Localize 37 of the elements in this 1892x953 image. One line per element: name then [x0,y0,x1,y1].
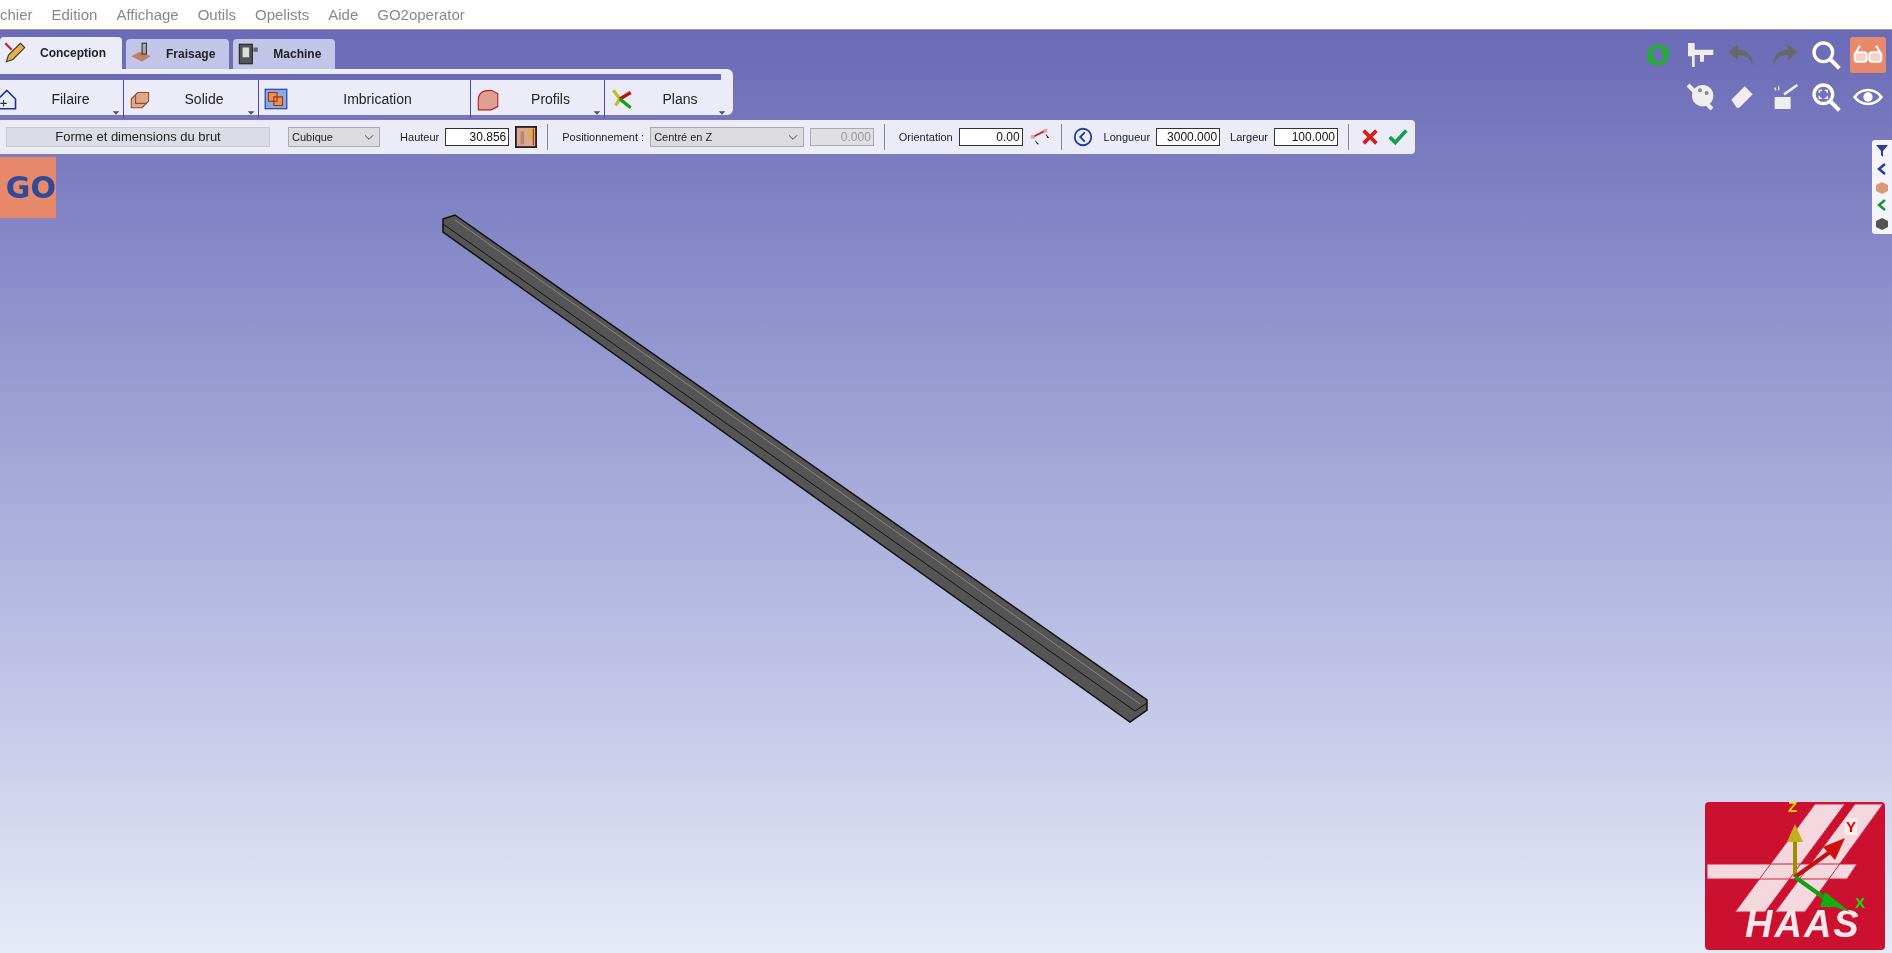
menu-item[interactable]: GO2operator [377,6,465,23]
tab[interactable]: Conception [0,37,122,69]
menu-item[interactable]: Aide [328,6,359,23]
block-icon[interactable] [1874,215,1890,231]
width-field[interactable]: 100.000 [1274,128,1339,146]
orientation-field[interactable]: 0.00 [958,128,1023,146]
pencil-icon [2,40,28,66]
shape-dropdown[interactable]: Cubique [288,127,381,147]
field-label: Orientation [898,131,953,143]
field-label: Longueur [1103,131,1151,143]
height-field[interactable]: 30.856 [445,128,510,146]
axis-label: Z [1788,798,1798,815]
ribbon-button[interactable]: Profils [471,80,605,118]
section-title: Forme et dimensions du brut [6,127,270,147]
position-dropdown[interactable]: Centré en Z [650,127,804,147]
menu-item[interactable]: Affichage [116,6,179,23]
length-field[interactable]: 3000.000 [1156,128,1221,146]
menu-item[interactable]: Opelists [255,6,310,23]
menu-item[interactable]: Edition [51,6,98,23]
menu-item[interactable]: chier [0,6,33,23]
ribbon-button[interactable]: Imbrication [259,80,471,118]
field-label: Hauteur [400,131,440,143]
field-label: Largeur [1230,131,1269,143]
tab[interactable]: Fraisage [126,39,230,69]
filter-icon[interactable] [1874,143,1890,159]
field-label: Positionnement : [562,131,645,143]
axis-label: Y [1845,818,1857,835]
menu-item[interactable]: Outils [197,6,236,23]
planes-icon [609,86,635,112]
ribbon-button[interactable]: Solide [124,80,259,118]
back-circle-icon[interactable] [1071,126,1094,148]
glasses-icon[interactable] [1850,37,1886,73]
ribbon-button[interactable]: Plans [605,80,729,118]
nesting-icon [263,86,289,112]
measure-help-icon[interactable] [515,126,538,148]
ribbon-button[interactable]: Filaire [0,80,124,118]
tab[interactable]: Machine [233,39,336,69]
